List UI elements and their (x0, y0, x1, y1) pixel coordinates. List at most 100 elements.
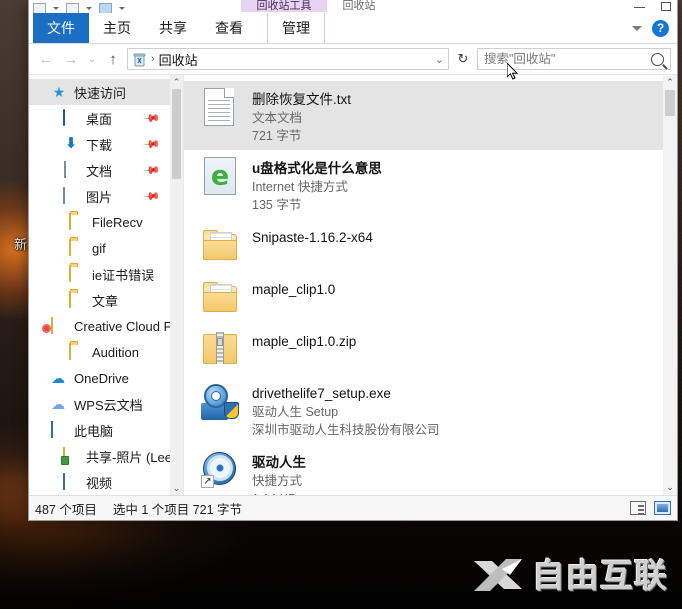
forward-button[interactable]: → (60, 48, 82, 70)
sidebar-item-this-pc[interactable]: 此电脑 (29, 417, 183, 443)
ribbon-tab-bar: 文件 主页 共享 查看 管理 ? (29, 13, 677, 43)
file-details: Snipaste-1.16.2-x64 (252, 224, 373, 247)
window-controls (634, 2, 671, 11)
pin-icon[interactable]: 📌 (143, 187, 162, 205)
scroll-down-icon[interactable]: ⌄ (666, 480, 674, 495)
scroll-up-icon[interactable]: ⌃ (173, 75, 181, 89)
file-name: Snipaste-1.16.2-x64 (252, 230, 373, 245)
breadcrumb-dropdown-icon[interactable]: ⌄ (435, 53, 444, 66)
tab-manage[interactable]: 管理 (267, 13, 325, 43)
file-row-maple-clip-folder[interactable]: maple_clip1.0 (184, 271, 677, 323)
chevron-down-icon[interactable] (86, 7, 92, 10)
file-size: 135 字节 (252, 198, 302, 212)
file-details: maple_clip1.0 (252, 276, 335, 299)
file-row-drivethelife-setup[interactable]: drivethelife7_setup.exe 驱动人生 Setup 深圳市驱动… (184, 375, 677, 444)
sidebar-item-ie-cert-error[interactable]: ie证书错误 (29, 261, 183, 287)
star-icon: ★ (52, 84, 66, 100)
recent-locations-button[interactable]: ⌄ (85, 48, 99, 70)
scroll-up-icon[interactable]: ⌃ (666, 75, 674, 90)
folder-icon (69, 291, 85, 308)
file-row-internet-shortcut[interactable]: e u盘格式化是什么意思 Internet 快捷方式 135 字节 (184, 150, 677, 219)
sidebar-item-videos[interactable]: 视频 (29, 469, 183, 495)
file-size: 721 字节 (252, 129, 302, 143)
file-size: 1.14 KB (252, 490, 306, 495)
sidebar-item-filerecv[interactable]: FileRecv (29, 209, 183, 235)
navigation-pane: ★ 快速访问 桌面 📌 ⬇ 下载 📌 文档 📌 图片 📌 FileRecv gi… (29, 75, 184, 495)
chevron-down-icon[interactable] (119, 7, 125, 10)
folder-icon (69, 265, 85, 282)
zip-file-icon (200, 328, 240, 370)
file-name: drivethelife7_setup.exe (252, 386, 391, 401)
x-logo-icon (472, 555, 524, 595)
desktop-icon (63, 109, 79, 126)
qat-save-icon[interactable] (33, 3, 46, 13)
pin-icon[interactable]: 📌 (143, 161, 162, 179)
sidebar-item-wps-cloud[interactable]: ☁ WPS云文档 (29, 391, 183, 417)
search-icon[interactable] (651, 52, 664, 66)
breadcrumb-path[interactable]: 回收站 (159, 50, 198, 69)
scrollbar-thumb[interactable] (172, 89, 181, 179)
sidebar-item-desktop[interactable]: 桌面 📌 (29, 105, 183, 131)
maximize-icon[interactable] (661, 2, 671, 11)
up-button[interactable]: ↑ (102, 48, 124, 70)
tab-view[interactable]: 查看 (201, 13, 257, 43)
scroll-down-icon[interactable]: ⌄ (173, 481, 181, 495)
sidebar-item-label: 文档 (86, 163, 113, 179)
qat-properties-icon[interactable] (66, 3, 79, 13)
window-body: ★ 快速访问 桌面 📌 ⬇ 下载 📌 文档 📌 图片 📌 FileRecv gi… (29, 74, 677, 495)
sidebar-item-label: 快速访问 (74, 85, 127, 101)
mouse-cursor (506, 61, 519, 81)
refresh-button[interactable]: ↻ (452, 48, 474, 70)
breadcrumb[interactable]: › 回收站 ⌄ (127, 48, 449, 70)
this-pc-icon (51, 421, 67, 438)
help-icon[interactable]: ? (652, 19, 669, 37)
tab-share[interactable]: 共享 (145, 13, 201, 43)
screen: 新 自由互联 回收站工具 回收站 文件 主页 共享 查看 管理 ? ← → ⌄ … (0, 0, 682, 609)
sidebar-item-shared-photos[interactable]: 共享-照片 (Lee77 (29, 443, 183, 469)
folder-icon (200, 276, 240, 318)
pin-icon[interactable]: 📌 (143, 109, 162, 127)
sidebar-item-creative-cloud-files[interactable]: Creative Cloud Fil (29, 313, 183, 339)
back-button[interactable]: ← (35, 48, 57, 70)
address-bar: ← → ⌄ ↑ › 回收站 ⌄ ↻ (29, 44, 677, 74)
pin-icon[interactable]: 📌 (143, 135, 162, 153)
minimize-icon[interactable] (634, 7, 645, 8)
sidebar-item-pictures[interactable]: 图片 📌 (29, 183, 183, 209)
sidebar-item-downloads[interactable]: ⬇ 下载 📌 (29, 131, 183, 157)
status-bar: 487 个项目 选中 1 个项目 721 字节 (29, 495, 677, 520)
navigation-list: ★ 快速访问 桌面 📌 ⬇ 下载 📌 文档 📌 图片 📌 FileRecv gi… (29, 75, 183, 495)
file-row-snipaste-folder[interactable]: Snipaste-1.16.2-x64 (184, 219, 677, 271)
desktop-icon-label[interactable]: 新 (14, 238, 27, 251)
sidebar-item-label: 视频 (86, 475, 113, 491)
file-row-text-document[interactable]: 删除恢复文件.txt 文本文档 721 字节 (184, 81, 677, 150)
recycle-bin-icon (132, 52, 147, 67)
sidebar-item-articles[interactable]: 文章 (29, 287, 183, 313)
shortcut-gear-icon: ↗ (200, 449, 240, 491)
sidebar-item-onedrive[interactable]: ☁ OneDrive (29, 365, 183, 391)
selection-info: 选中 1 个项目 721 字节 (112, 502, 243, 517)
sidebar-item-label: WPS云文档 (74, 397, 143, 413)
internet-shortcut-icon: e (200, 155, 240, 197)
sidebar-item-label: 下载 (86, 137, 113, 153)
file-name: maple_clip1.0 (252, 282, 336, 297)
file-list: 删除恢复文件.txt 文本文档 721 字节 e u盘格式化是什么意思 Inte… (184, 75, 677, 495)
videos-icon (63, 473, 79, 490)
chevron-down-icon[interactable] (632, 25, 642, 31)
documents-icon (63, 161, 79, 178)
tab-file[interactable]: 文件 (33, 13, 89, 43)
sidebar-item-gif[interactable]: gif (29, 235, 183, 261)
tab-home[interactable]: 主页 (89, 13, 145, 43)
sidebar-item-documents[interactable]: 文档 📌 (29, 157, 183, 183)
sidebar-item-quick-access[interactable]: ★ 快速访问 (29, 79, 183, 105)
scrollbar-thumb[interactable] (665, 90, 675, 116)
navigation-scrollbar[interactable]: ⌃ ⌄ (170, 75, 183, 495)
content-scrollbar[interactable]: ⌃ ⌄ (663, 75, 677, 495)
sidebar-item-label: 文章 (92, 293, 119, 309)
sidebar-item-audition[interactable]: Audition (29, 339, 183, 365)
details-view-icon[interactable] (630, 501, 646, 515)
file-row-maple-clip-zip[interactable]: maple_clip1.0.zip (184, 323, 677, 375)
file-row-driver-life-shortcut[interactable]: ↗ 驱动人生 快捷方式 1.14 KB (184, 444, 677, 495)
chevron-down-icon[interactable] (53, 7, 59, 10)
qat-new-folder-icon[interactable] (99, 3, 112, 13)
large-icons-view-icon[interactable] (654, 501, 671, 515)
